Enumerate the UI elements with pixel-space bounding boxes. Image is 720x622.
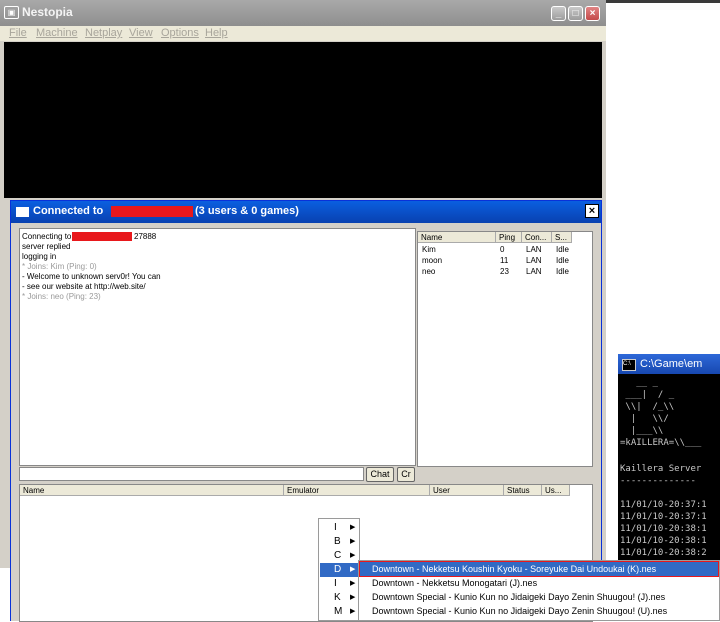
user-name[interactable]: moon (422, 256, 442, 265)
console-line: |___\\ (620, 426, 664, 436)
desktop-background (606, 0, 720, 352)
console-line: __ _ (620, 378, 658, 388)
menu-help[interactable]: Help (205, 27, 228, 39)
dialog-icon (16, 207, 29, 217)
console-line: 11/01/10-20:38:2 (620, 548, 707, 558)
title-bar[interactable]: ▣ Nestopia _ □ × (0, 0, 606, 26)
submenu-arrow-icon: ▶ (350, 580, 356, 587)
window-title: Nestopia (22, 5, 73, 19)
console-line: 11/01/10-20:37:1 (620, 512, 707, 522)
rom-submenu: Downtown - Nekketsu Koushin Kyoku - Sore… (358, 560, 720, 621)
user-name[interactable]: Kim (422, 245, 436, 254)
chat-line: * Joins: neo (Ping: 23) (22, 292, 101, 301)
submenu-arrow-icon: ▶ (350, 608, 356, 615)
submenu-arrow-icon: ▶ (350, 566, 356, 573)
user-conn: LAN (526, 256, 542, 265)
col-user[interactable]: User (430, 485, 504, 496)
user-list[interactable]: Name Ping Con... S... Kim 0 LAN Idle moo… (417, 231, 593, 467)
console-line: | \\/ (620, 414, 669, 424)
user-status: Idle (556, 256, 569, 265)
connected-dialog: Connected to (3 users & 0 games) × Conne… (10, 200, 602, 622)
menu-file[interactable]: File (9, 27, 27, 39)
console-line: Kaillera Server (620, 464, 702, 474)
menu-bar: File Machine Netplay View Options Help (0, 26, 606, 41)
chat-log[interactable]: Connecting to 27888 server replied loggi… (19, 228, 416, 466)
user-conn: LAN (526, 245, 542, 254)
console-line: 11/01/10-20:37:1 (620, 500, 707, 510)
menu-item-letter[interactable]: B ▶ (320, 535, 358, 549)
dialog-title-prefix: Connected to (33, 205, 104, 217)
chat-line: Connecting to (22, 232, 72, 241)
console-line: =kAILLERA=\\___ (620, 438, 702, 448)
submenu-arrow-icon: ▶ (350, 552, 356, 559)
console-icon: C:\ (622, 359, 636, 371)
console-line: 11/01/10-20:38:1 (620, 524, 707, 534)
submenu-arrow-icon: ▶ (350, 524, 356, 531)
menu-item-letter[interactable]: I ▶ (320, 577, 358, 591)
chat-line: logging in (22, 252, 57, 261)
menu-item-letter[interactable]: M ▶ (320, 605, 358, 619)
dialog-title-suffix: (3 users & 0 games) (195, 205, 299, 217)
maximize-icon[interactable]: □ (568, 6, 583, 21)
user-ping: 11 (500, 256, 509, 265)
console-line: \\| /_\\ (620, 402, 675, 412)
user-status: Idle (556, 267, 569, 276)
chat-line: - Welcome to unknown serv0r! You can (22, 272, 161, 281)
col-name[interactable]: Name (418, 232, 496, 243)
console-title-bar[interactable]: C:\ C:\Game\em (618, 354, 720, 374)
console-line: ___| / _ (620, 390, 675, 400)
col-status[interactable]: S... (552, 232, 572, 243)
rom-item[interactable]: Downtown Special - Kunio Kun no Jidaigek… (360, 590, 718, 604)
col-connection[interactable]: Con... (522, 232, 552, 243)
menu-netplay[interactable]: Netplay (85, 27, 122, 39)
user-ping: 0 (500, 245, 505, 254)
chat-line: * Joins: Kim (Ping: 0) (22, 262, 97, 271)
dialog-close-button[interactable]: × (585, 204, 599, 218)
chat-line: - see our website at http://web.site/ (22, 282, 146, 291)
taskbar-strip (606, 0, 720, 3)
user-name[interactable]: neo (422, 267, 435, 276)
col-users[interactable]: Us... (542, 485, 570, 496)
user-ping: 23 (500, 267, 509, 276)
col-game-status[interactable]: Status (504, 485, 542, 496)
chat-line: server replied (22, 242, 71, 251)
create-button[interactable]: Cr (397, 467, 415, 482)
chat-line-port: 27888 (134, 232, 157, 241)
menu-item-letter[interactable]: I ▶ (320, 521, 358, 535)
console-line: 11/01/10-20:38:1 (620, 536, 707, 546)
rom-item[interactable]: Downtown - Nekketsu Monogatari (J).nes (360, 576, 718, 590)
col-game-name[interactable]: Name (20, 485, 284, 496)
chat-button[interactable]: Chat (366, 467, 394, 482)
menu-view[interactable]: View (129, 27, 153, 39)
menu-item-letter[interactable]: K ▶ (320, 591, 358, 605)
menu-machine[interactable]: Machine (36, 27, 78, 39)
close-icon[interactable]: × (585, 6, 600, 21)
user-status: Idle (556, 245, 569, 254)
menu-item-letter-selected[interactable]: D ▶ (320, 563, 358, 577)
redacted-server (111, 206, 193, 217)
submenu-arrow-icon: ▶ (350, 594, 356, 601)
nestopia-app-icon: ▣ (4, 6, 19, 19)
menu-options[interactable]: Options (161, 27, 199, 39)
rom-item-selected[interactable]: Downtown - Nekketsu Koushin Kyoku - Sore… (359, 561, 719, 577)
console-title: C:\Game\em (640, 358, 703, 370)
rom-item[interactable]: Downtown Special - Kunio Kun no Jidaigek… (360, 604, 718, 618)
user-conn: LAN (526, 267, 542, 276)
redacted-address (72, 232, 132, 241)
letter-context-menu: I ▶ B ▶ C ▶ D ▶ I ▶ K ▶ M ▶ (318, 518, 360, 621)
dialog-title-bar[interactable]: Connected to (3 users & 0 games) × (11, 201, 601, 223)
emulator-screen[interactable] (4, 42, 602, 198)
menu-item-letter[interactable]: C ▶ (320, 549, 358, 563)
chat-input[interactable] (19, 467, 364, 481)
submenu-arrow-icon: ▶ (350, 538, 356, 545)
col-emulator[interactable]: Emulator (284, 485, 430, 496)
minimize-icon[interactable]: _ (551, 6, 566, 21)
console-line: -------------- (620, 476, 696, 486)
col-ping[interactable]: Ping (496, 232, 522, 243)
